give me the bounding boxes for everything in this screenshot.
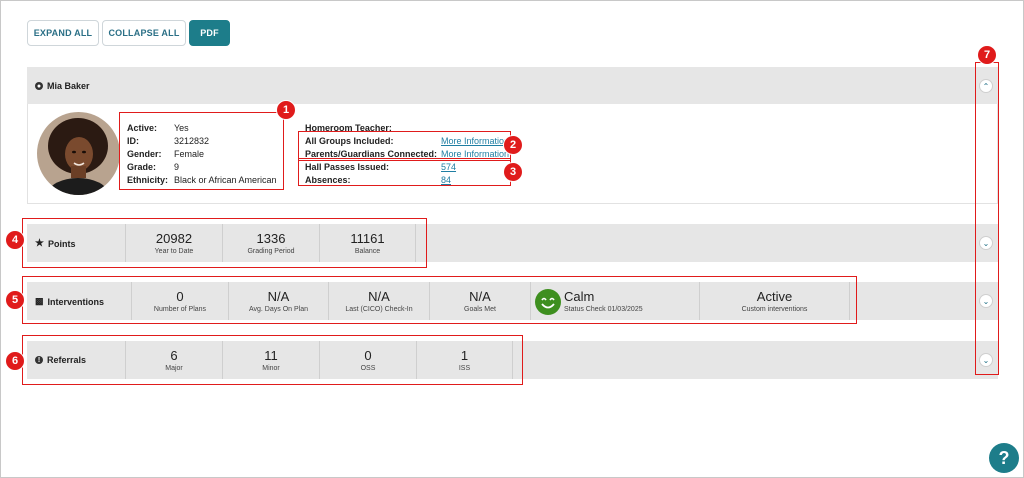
- annotation-badge: 5: [5, 290, 25, 310]
- annotation-badge: 2: [503, 135, 523, 155]
- student-avatar: [37, 112, 120, 195]
- highlight-box-3: [298, 158, 511, 186]
- highlight-box-7: [975, 62, 999, 375]
- user-circle-icon: ●: [35, 82, 43, 90]
- pdf-button[interactable]: PDF: [189, 20, 230, 46]
- student-header[interactable]: ● Mia Baker: [27, 67, 998, 104]
- highlight-box-1: [119, 112, 284, 190]
- collapse-all-button[interactable]: COLLAPSE ALL: [102, 20, 186, 46]
- highlight-box-6: [22, 335, 523, 385]
- highlight-box-2: [298, 131, 511, 161]
- highlight-box-4: [22, 218, 427, 268]
- student-name: Mia Baker: [47, 81, 90, 91]
- highlight-box-5: [22, 276, 857, 324]
- annotation-badge: 7: [977, 45, 997, 65]
- expand-all-button[interactable]: EXPAND ALL: [27, 20, 99, 46]
- help-button[interactable]: ?: [989, 443, 1019, 473]
- student-title: ● Mia Baker: [35, 81, 90, 91]
- annotation-badge: 3: [503, 162, 523, 182]
- annotation-badge: 4: [5, 230, 25, 250]
- annotation-badge: 1: [276, 100, 296, 120]
- annotation-badge: 6: [5, 351, 25, 371]
